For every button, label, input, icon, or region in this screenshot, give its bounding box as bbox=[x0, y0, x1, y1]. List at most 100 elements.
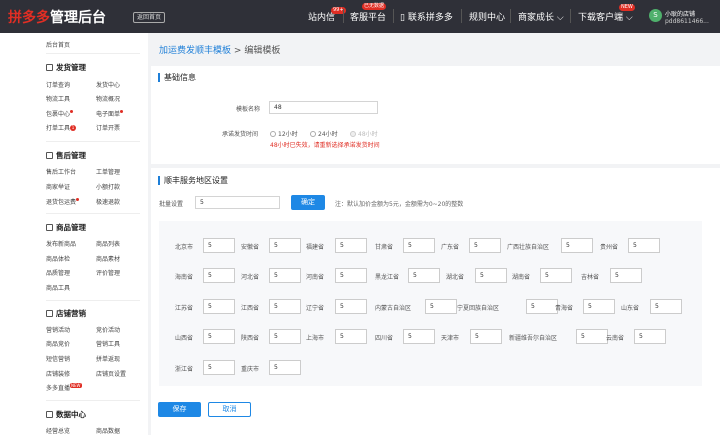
sidebar-section-marketing[interactable]: 店铺营销 bbox=[46, 308, 86, 319]
sidebar-item[interactable]: 多多直播NEW bbox=[46, 383, 82, 392]
province-price-input[interactable]: 5 bbox=[203, 329, 235, 344]
batch-input[interactable]: 5 bbox=[195, 196, 280, 209]
sidebar-item[interactable]: 打单工具 1 bbox=[46, 123, 77, 132]
price-note: 注：默认加价金额为5元，金额需为0~20的整数 bbox=[335, 201, 464, 208]
sidebar-item[interactable]: 订单查询 bbox=[46, 80, 70, 89]
province-label: 宁夏回族自治区 bbox=[457, 305, 500, 312]
province-label: 河南省 bbox=[306, 274, 325, 281]
province-price-input[interactable]: 5 bbox=[403, 238, 435, 253]
province-price-input[interactable]: 5 bbox=[650, 299, 682, 314]
province-price-input[interactable]: 5 bbox=[269, 268, 301, 283]
radio-12h[interactable]: 12小时 bbox=[270, 129, 298, 138]
sidebar-item[interactable]: 短信营销 bbox=[46, 354, 70, 363]
sidebar-item[interactable]: 售后工作台 bbox=[46, 167, 76, 176]
sidebar-item[interactable]: 订单开票 bbox=[96, 123, 120, 132]
province-price-input[interactable]: 5 bbox=[203, 268, 235, 283]
sidebar-item[interactable]: 拼单返现 bbox=[96, 354, 120, 363]
sidebar-item[interactable]: 包裹中心 bbox=[46, 109, 74, 118]
sidebar-item[interactable]: 商家举证 bbox=[46, 182, 70, 191]
sidebar-item[interactable]: 物流概况 bbox=[96, 94, 120, 103]
province-label: 天津市 bbox=[441, 335, 460, 342]
template-name-input[interactable]: 48 bbox=[269, 101, 378, 114]
province-label: 广东省 bbox=[441, 244, 460, 251]
province-label: 重庆市 bbox=[241, 366, 260, 373]
chevron-down-icon: ⌵ bbox=[625, 13, 633, 23]
sidebar-item[interactable]: 店铺装修 bbox=[46, 369, 70, 378]
confirm-button[interactable]: 确定 bbox=[291, 195, 325, 210]
sidebar-section-aftersale[interactable]: 售后管理 bbox=[46, 150, 86, 161]
province-price-input[interactable]: 5 bbox=[628, 238, 660, 253]
province-price-input[interactable]: 5 bbox=[335, 238, 367, 253]
nav-contact[interactable]: ▯ 联系拼多多 bbox=[400, 10, 453, 23]
province-price-input[interactable]: 5 bbox=[634, 329, 666, 344]
batch-label: 批量设置 bbox=[159, 201, 184, 208]
breadcrumb-parent[interactable]: 加运费发顺丰模板 bbox=[159, 46, 231, 56]
province-price-input[interactable]: 5 bbox=[403, 329, 435, 344]
sidebar-item[interactable]: 竞价活动 bbox=[96, 325, 120, 334]
sidebar-item[interactable]: 极速退款 bbox=[96, 197, 120, 206]
ship-time-label: 承诺发货时间 bbox=[222, 131, 259, 138]
province-label: 甘肃省 bbox=[375, 244, 394, 251]
nav-rules[interactable]: 规则中心 bbox=[469, 10, 505, 23]
logo[interactable]: 拼多多管理后台 bbox=[8, 7, 106, 27]
province-price-input[interactable]: 5 bbox=[469, 238, 501, 253]
province-price-input[interactable]: 5 bbox=[540, 268, 572, 283]
sidebar-item[interactable]: 发货中心 bbox=[96, 80, 120, 89]
save-button[interactable]: 保存 bbox=[158, 402, 201, 417]
sidebar-item[interactable]: 退货包运费 bbox=[46, 197, 80, 206]
province-price-input[interactable]: 5 bbox=[610, 268, 642, 283]
radio-24h[interactable]: 24小时 bbox=[310, 129, 338, 138]
back-home-button[interactable]: 返回首页 bbox=[133, 12, 166, 23]
province-price-input[interactable]: 5 bbox=[269, 360, 301, 375]
sidebar-item[interactable]: 电子面单 bbox=[96, 109, 124, 118]
province-price-input[interactable]: 5 bbox=[425, 299, 457, 314]
sidebar-item[interactable]: 发布新商品 bbox=[46, 239, 76, 248]
sidebar-item[interactable]: 工单管理 bbox=[96, 167, 120, 176]
sidebar-item[interactable]: 经营总览 bbox=[46, 426, 70, 435]
province-price-input[interactable]: 5 bbox=[561, 238, 593, 253]
province-price-input[interactable]: 5 bbox=[269, 238, 301, 253]
province-price-input[interactable]: 5 bbox=[526, 299, 558, 314]
sidebar-item[interactable]: 小额打款 bbox=[96, 182, 120, 191]
province-price-input[interactable]: 5 bbox=[335, 299, 367, 314]
province-price-input[interactable]: 5 bbox=[576, 329, 608, 344]
sidebar-item[interactable]: 评价管理 bbox=[96, 268, 120, 277]
province-price-input[interactable]: 5 bbox=[335, 268, 367, 283]
nav-service[interactable]: 客服平台 bbox=[350, 10, 386, 23]
sidebar-item[interactable]: 营销活动 bbox=[46, 325, 70, 334]
radio-48h[interactable]: 48小时 bbox=[350, 129, 378, 138]
sidebar-item[interactable]: 品质管理 bbox=[46, 268, 70, 277]
sidebar-item[interactable]: 商品体检 bbox=[46, 254, 70, 263]
province-price-input[interactable]: 5 bbox=[269, 329, 301, 344]
province-price-input[interactable]: 5 bbox=[269, 299, 301, 314]
sidebar-item[interactable]: 营销工具 bbox=[96, 339, 120, 348]
sidebar-item[interactable]: 商品素材 bbox=[96, 254, 120, 263]
sidebar-item[interactable]: 店铺页设置 bbox=[96, 369, 126, 378]
sidebar-section-goods[interactable]: 商品管理 bbox=[46, 222, 86, 233]
shop-name[interactable]: 小耿的店铺 bbox=[665, 9, 695, 18]
top-bar: 拼多多管理后台 返回首页 站内信 99+ 客服平台 已无数据 ▯ 联系拼多多 规… bbox=[0, 0, 720, 33]
sidebar-item[interactable]: 商品工具 bbox=[46, 283, 70, 292]
sidebar-home[interactable]: 后台首页 bbox=[46, 40, 70, 49]
sidebar-item[interactable]: 物流工具 bbox=[46, 94, 70, 103]
chart-icon bbox=[46, 411, 53, 418]
province-price-input[interactable]: 5 bbox=[335, 329, 367, 344]
sidebar-item[interactable]: 商品列表 bbox=[96, 239, 120, 248]
province-price-input[interactable]: 5 bbox=[203, 238, 235, 253]
nav-growth[interactable]: 商家成长 ⌵ bbox=[518, 10, 564, 23]
province-label: 福建省 bbox=[306, 244, 325, 251]
province-price-input[interactable]: 5 bbox=[408, 268, 440, 283]
nav-download[interactable]: 下载客户端 ⌵ bbox=[578, 10, 633, 23]
province-price-input[interactable]: 5 bbox=[583, 299, 615, 314]
province-price-input[interactable]: 5 bbox=[470, 329, 502, 344]
sidebar-section-shipping[interactable]: 发货管理 bbox=[46, 62, 86, 73]
province-price-input[interactable]: 5 bbox=[203, 360, 235, 375]
province-price-input[interactable]: 5 bbox=[203, 299, 235, 314]
sidebar-section-data[interactable]: 数据中心 bbox=[46, 409, 86, 420]
sidebar-item[interactable]: 商品竞价 bbox=[46, 339, 70, 348]
province-label: 四川省 bbox=[375, 335, 394, 342]
province-price-input[interactable]: 5 bbox=[475, 268, 507, 283]
sidebar-item[interactable]: 商品数据 bbox=[96, 426, 120, 435]
avatar[interactable]: S bbox=[649, 9, 662, 22]
cancel-button[interactable]: 取消 bbox=[208, 402, 251, 417]
